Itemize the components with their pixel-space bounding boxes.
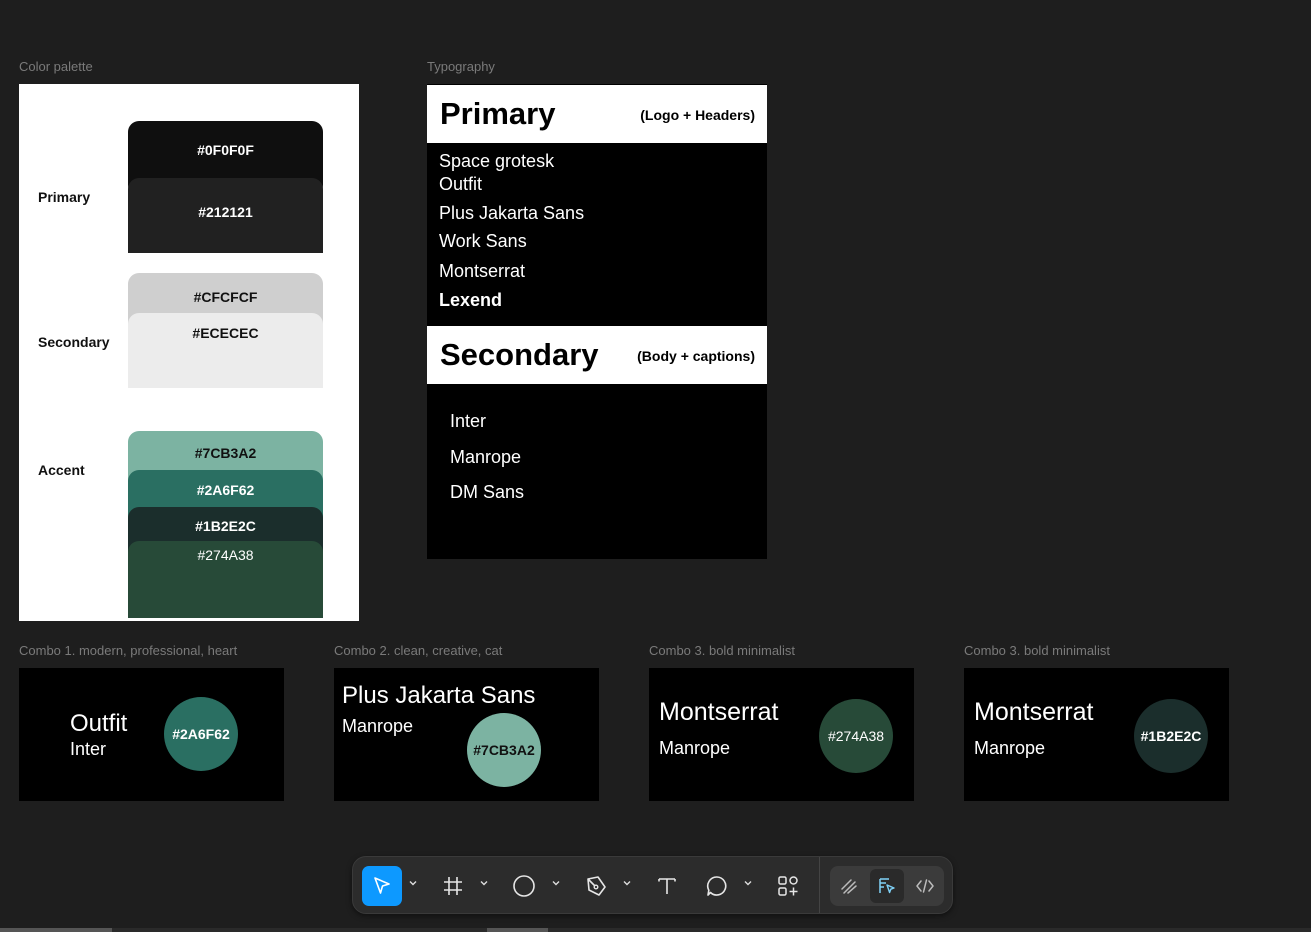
swatch-hex-label: #ECECEC xyxy=(192,325,259,341)
move-tool-chevron-down-icon[interactable] xyxy=(408,878,418,888)
combo-3-frame[interactable]: Montserrat Manrope #274A38 xyxy=(649,668,914,801)
design-mode-button[interactable] xyxy=(870,869,904,903)
text-tool-button[interactable] xyxy=(647,866,687,906)
swatch-274a38[interactable]: #274A38 xyxy=(128,541,323,618)
typography-frame[interactable]: Primary (Logo + Headers) Space grotesk O… xyxy=(427,84,767,559)
comment-tool-button[interactable] xyxy=(697,866,737,906)
text-icon xyxy=(658,878,676,894)
shape-tool-chevron-down-icon[interactable] xyxy=(551,878,561,888)
swatch-hex-label: #7CB3A2 xyxy=(194,445,257,461)
design-mode-icon xyxy=(879,878,895,894)
move-tool-button[interactable] xyxy=(362,866,402,906)
swatch-hex-label: #0F0F0F xyxy=(197,142,254,158)
combo-color-dot: #2A6F62 xyxy=(164,697,238,771)
bottom-toolbar xyxy=(352,856,953,914)
combo-color-hex: #2A6F62 xyxy=(172,726,230,742)
horizontal-scrollbar-thumb[interactable] xyxy=(487,928,548,932)
swatch-hex-label: #1B2E2C xyxy=(195,518,256,534)
font-item: Space grotesk xyxy=(439,151,555,171)
pen-icon xyxy=(587,876,606,896)
secondary-group-label: Secondary xyxy=(38,334,110,350)
combo-heading-font: Plus Jakarta Sans xyxy=(342,682,536,709)
combo-3-label[interactable]: Combo 3. bold minimalist xyxy=(649,643,795,658)
swatch-212121[interactable]: #212121 xyxy=(128,178,323,253)
primary-type-note: (Logo + Headers) xyxy=(640,107,755,123)
primary-type-title: Primary xyxy=(440,96,556,131)
mode-switcher xyxy=(830,866,944,906)
font-item: Work Sans xyxy=(439,231,527,251)
dev-mode-button[interactable] xyxy=(908,869,942,903)
font-item: Montserrat xyxy=(439,261,526,281)
primary-group-label: Primary xyxy=(38,189,91,205)
font-item: Lexend xyxy=(439,290,503,310)
frame-tool-button[interactable] xyxy=(433,866,473,906)
combo-body-font: Manrope xyxy=(659,738,731,758)
combo-body-font: Inter xyxy=(70,739,107,759)
primary-type-header: Primary (Logo + Headers) xyxy=(427,85,767,143)
combo-1-label[interactable]: Combo 1. modern, professional, heart xyxy=(19,643,237,658)
combo-2-frame[interactable]: Plus Jakarta Sans Manrope #7CB3A2 xyxy=(334,668,599,801)
swatch-ececec[interactable]: #ECECEC xyxy=(128,313,323,388)
secondary-type-title: Secondary xyxy=(440,337,599,372)
ellipse-icon xyxy=(513,875,535,897)
shape-tool-button[interactable] xyxy=(504,866,544,906)
accent-group-label: Accent xyxy=(38,462,85,478)
move-icon xyxy=(374,877,390,894)
color-palette-frame[interactable]: Primary Secondary Accent #0F0F0F #212121… xyxy=(19,84,359,621)
combo-4-frame[interactable]: Montserrat Manrope #1B2E2C xyxy=(964,668,1229,801)
dev-mode-icon xyxy=(916,879,934,893)
combo-color-hex: #7CB3A2 xyxy=(473,742,535,758)
actions-icon xyxy=(778,876,798,896)
font-item: Outfit xyxy=(439,174,483,194)
swatch-hex-label: #274A38 xyxy=(197,547,254,563)
color-palette-frame-label[interactable]: Color palette xyxy=(19,59,93,74)
typography-frame-label[interactable]: Typography xyxy=(427,59,495,74)
pen-tool-button[interactable] xyxy=(576,866,616,906)
font-item: DM Sans xyxy=(450,482,525,502)
combo-color-dot: #7CB3A2 xyxy=(467,713,541,787)
font-item: Inter xyxy=(450,411,487,431)
combo-color-hex: #1B2E2C xyxy=(1140,728,1202,744)
font-item: Manrope xyxy=(450,447,522,467)
comment-icon xyxy=(706,876,727,896)
frame-tool-chevron-down-icon[interactable] xyxy=(479,878,489,888)
draw-mode-button[interactable] xyxy=(832,869,866,903)
combo-2-label[interactable]: Combo 2. clean, creative, cat xyxy=(334,643,502,658)
combo-4-label[interactable]: Combo 3. bold minimalist xyxy=(964,643,1110,658)
pen-tool-chevron-down-icon[interactable] xyxy=(622,878,632,888)
combo-body-font: Manrope xyxy=(342,716,414,736)
swatch-hex-label: #2A6F62 xyxy=(196,482,255,498)
font-item: Plus Jakarta Sans xyxy=(439,203,585,223)
horizontal-scrollbar-thumb[interactable] xyxy=(0,928,112,932)
combo-color-dot: #1B2E2C xyxy=(1134,699,1208,773)
combo-heading-font: Montserrat xyxy=(974,698,1094,726)
secondary-type-note: (Body + captions) xyxy=(637,348,755,364)
comment-tool-chevron-down-icon[interactable] xyxy=(743,878,753,888)
actions-button[interactable] xyxy=(768,866,808,906)
combo-color-hex: #274A38 xyxy=(827,728,885,744)
swatch-hex-label: #212121 xyxy=(198,204,253,220)
toolbar-divider xyxy=(819,857,820,913)
combo-heading-font: Outfit xyxy=(70,710,128,737)
draw-mode-icon xyxy=(841,879,857,894)
swatch-hex-label: #CFCFCF xyxy=(193,289,258,305)
frame-icon xyxy=(444,877,462,895)
combo-1-frame[interactable]: Outfit Inter #2A6F62 xyxy=(19,668,284,801)
combo-color-dot: #274A38 xyxy=(819,699,893,773)
horizontal-scrollbar-track[interactable] xyxy=(0,928,1311,932)
secondary-type-header: Secondary (Body + captions) xyxy=(427,326,767,384)
combo-body-font: Manrope xyxy=(974,738,1046,758)
combo-heading-font: Montserrat xyxy=(659,698,779,726)
